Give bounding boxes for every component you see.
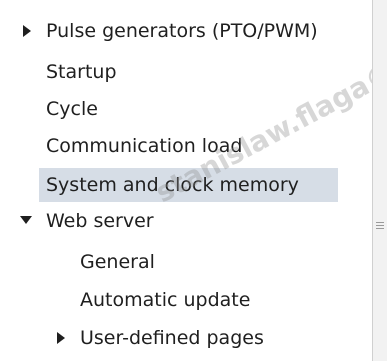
tree-item-label: Pulse generators (PTO/PWM) (46, 20, 318, 42)
tree-item-label: Automatic update (80, 289, 251, 311)
tree-item-general[interactable]: General (0, 245, 360, 279)
tree-item-label: System and clock memory (46, 174, 299, 196)
tree-item-system-clock-memory[interactable]: System and clock memory (39, 168, 338, 202)
tree-item-user-defined-pages[interactable]: User-defined pages (0, 321, 360, 355)
tree-item-label: Web server (46, 210, 154, 232)
tree-item-cycle[interactable]: Cycle (0, 92, 360, 126)
tree-item-label: Startup (46, 61, 117, 83)
grip-lines-icon[interactable] (376, 222, 384, 232)
tree-item-automatic-update[interactable]: Automatic update (0, 283, 360, 317)
triangle-down-icon[interactable] (20, 204, 34, 238)
tree-item-startup[interactable]: Startup (0, 55, 360, 89)
clipped-item-above (40, 0, 110, 4)
tree-item-label: Communication load (46, 135, 243, 157)
triangle-right-icon[interactable] (56, 321, 70, 355)
tree-item-label: General (80, 251, 155, 273)
project-tree-panel: Pulse generators (PTO/PWM) Startup Cycle… (0, 0, 387, 361)
tree-item-label: Cycle (46, 98, 98, 120)
tree-item-label: User-defined pages (80, 327, 264, 349)
tree-item-communication-load[interactable]: Communication load (0, 129, 360, 163)
tree-item-pulse-generators[interactable]: Pulse generators (PTO/PWM) (0, 14, 360, 48)
tree-item-web-server[interactable]: Web server (0, 204, 360, 238)
properties-tree: Pulse generators (PTO/PWM) Startup Cycle… (0, 0, 387, 361)
vertical-scrollbar[interactable] (372, 0, 387, 361)
triangle-right-icon[interactable] (22, 14, 36, 48)
